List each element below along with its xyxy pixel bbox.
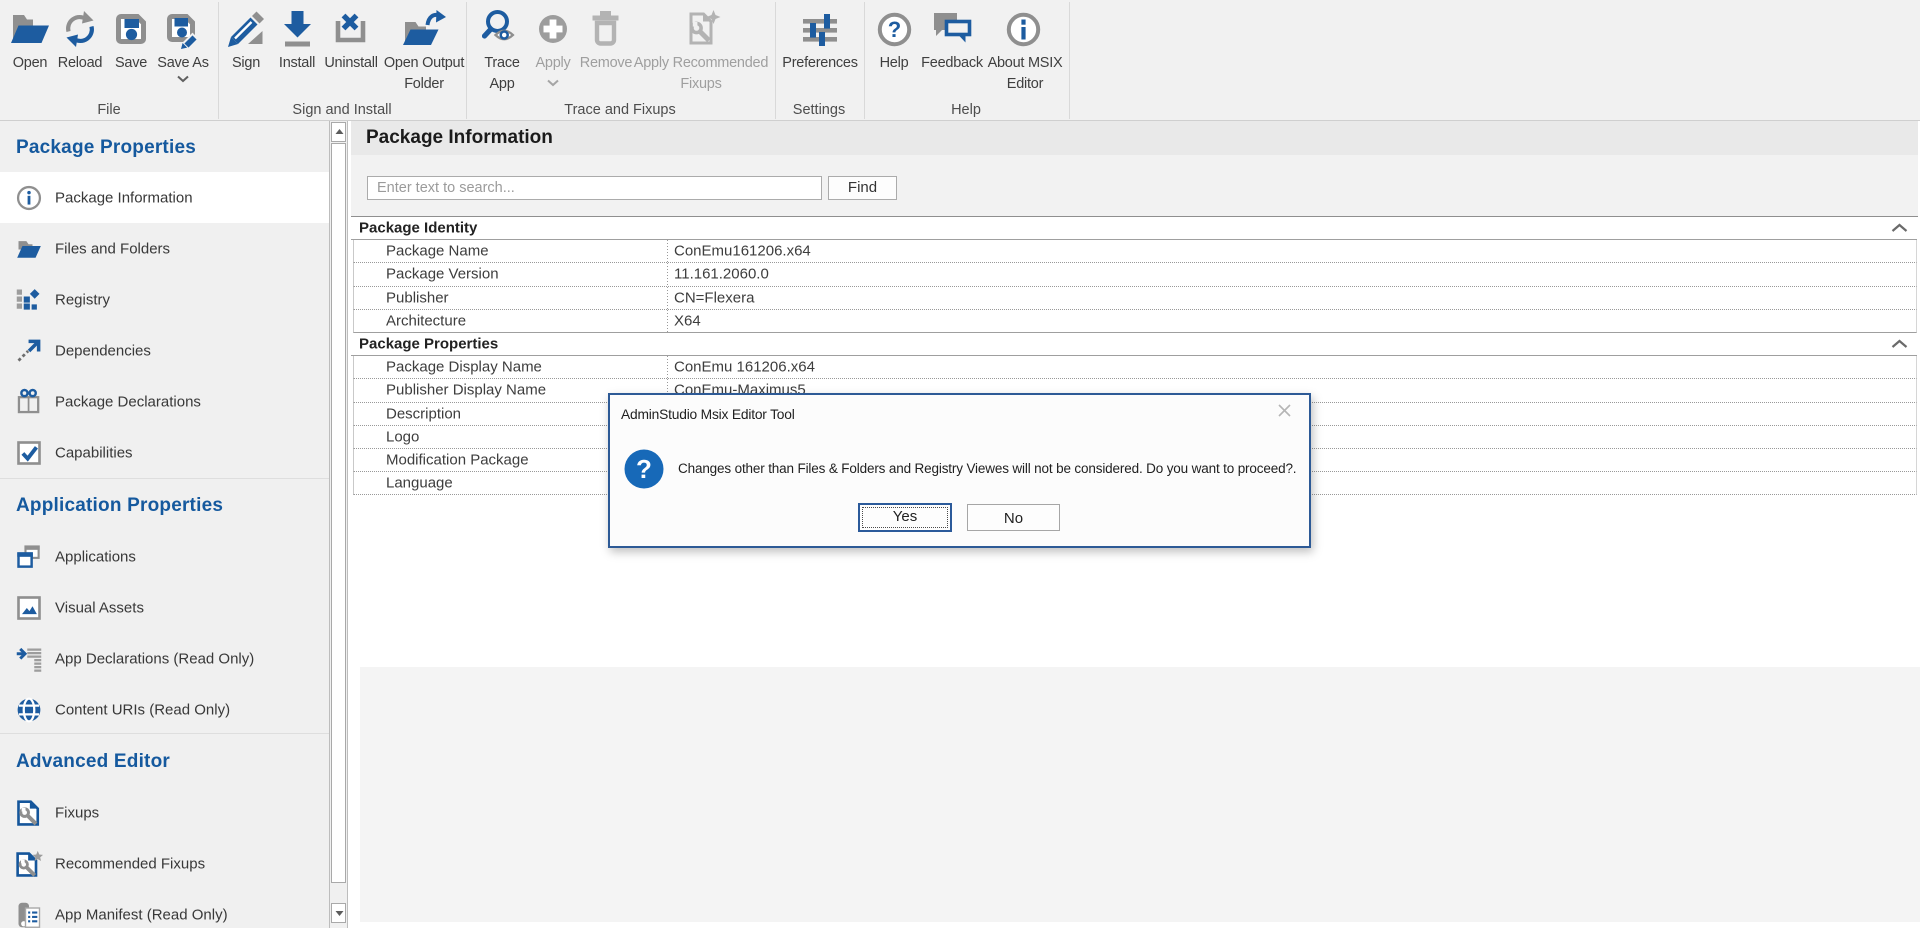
svg-text:?: ? [636,454,652,484]
svg-text:?: ? [888,17,901,42]
